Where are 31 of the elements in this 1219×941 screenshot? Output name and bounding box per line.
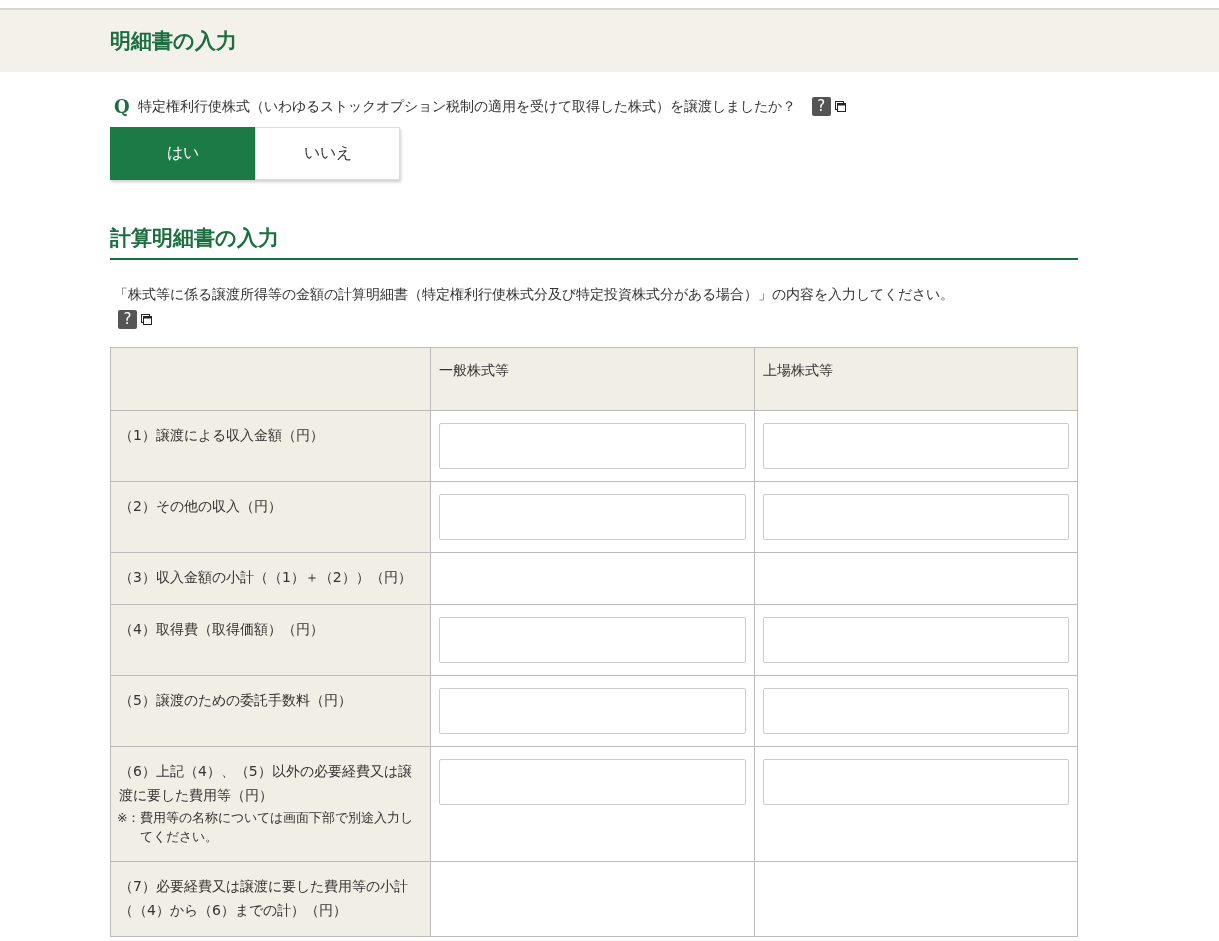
section-title: 計算明細書の入力 (110, 224, 1078, 260)
question-text: 特定権利行使株式（いわゆるストックオプション税制の適用を受けて取得した株式）を譲渡しましたか？ (137, 97, 796, 116)
amount-input[interactable] (762, 616, 1069, 663)
row-label: （2）その他の収入（円） (118, 497, 283, 516)
amount-input[interactable] (439, 494, 746, 540)
help-icon[interactable]: ? (118, 310, 137, 329)
answer-option[interactable]: いいえ (255, 127, 400, 180)
amount-input[interactable] (439, 423, 746, 469)
row-note: ※：費用等の名称については画面下部で別途入力してください。 (117, 809, 415, 847)
page-title: 明細書の入力 (110, 28, 237, 55)
new-window-icon[interactable] (141, 314, 152, 325)
row-label: （1）譲渡による収入金額（円） (118, 426, 325, 445)
row-label: （3）収入金額の小計（（1）＋（2））（円） (118, 568, 413, 587)
question-marker: Q (114, 96, 130, 117)
column-header: 上場株式等 (754, 347, 1078, 411)
amount-input[interactable] (762, 494, 1069, 540)
section-description: 「株式等に係る譲渡所得等の金額の計算明細書（特定権利行使株式分及び特定投資株式分がある場合）」の内容を入力してください。 (113, 286, 955, 304)
amount-input[interactable] (439, 758, 746, 805)
amount-input[interactable] (762, 687, 1069, 734)
amount-input[interactable] (762, 423, 1069, 469)
column-header: 一般株式等 (430, 347, 755, 411)
help-icon[interactable]: ? (811, 97, 831, 116)
row-label: （6）上記（4）、（5）以外の必要経費又は譲渡に要した費用等（円） (118, 761, 413, 805)
amount-input[interactable] (439, 687, 746, 734)
amount-input[interactable] (439, 616, 746, 663)
row-label: （7）必要経費又は譲渡に要した費用等の小計（（4）から（6）までの計）（円） (118, 876, 409, 920)
amount-input[interactable] (762, 758, 1069, 805)
new-window-icon[interactable] (834, 101, 846, 112)
row-label: （4）取得費（取得価額）（円） (118, 619, 325, 639)
answer-option[interactable]: はい (110, 127, 255, 180)
row-label: （5）譲渡のための委託手数料（円） (118, 690, 353, 710)
